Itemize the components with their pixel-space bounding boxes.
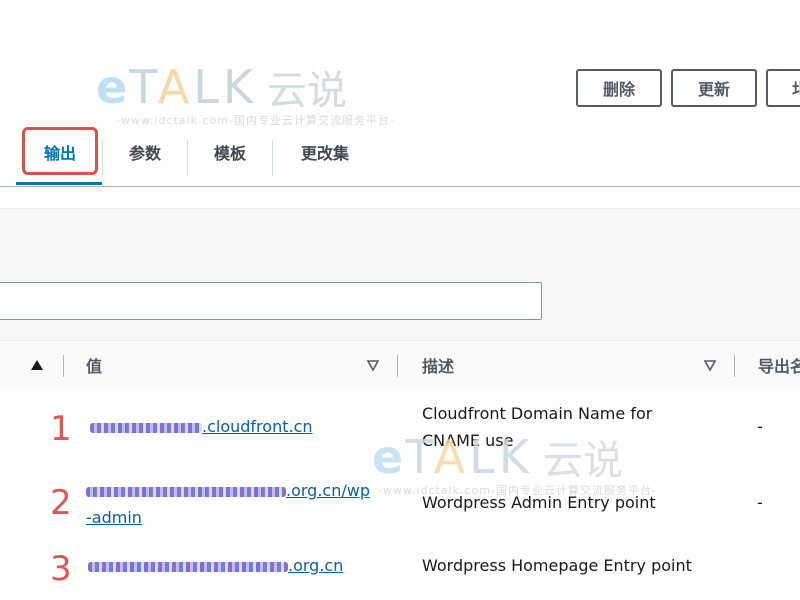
sort-icon[interactable] (703, 358, 717, 372)
redacted-value (86, 486, 286, 497)
output-value-link[interactable]: .cloudfront.cn (202, 417, 313, 436)
row-description: Cloudfront Domain Name for (422, 404, 653, 423)
table-row: 2 .org.cn/wp -admin Wordpress Admin Entr… (0, 465, 800, 542)
row-description: Wordpress Admin Entry point (422, 493, 656, 512)
redacted-value (88, 561, 288, 572)
output-value-link[interactable]: .org.cn/wp (286, 481, 370, 500)
row-marker: 3 (50, 549, 72, 589)
column-divider (397, 355, 398, 377)
tab-divider (102, 140, 103, 176)
tab-divider (272, 140, 273, 176)
active-tab-indicator (16, 182, 102, 185)
stack-actions-button[interactable]: 圠 (766, 69, 800, 107)
table-header: 值 描述 导出名 (0, 340, 800, 390)
row-description: Wordpress Homepage Entry point (422, 556, 692, 575)
tab-parameters[interactable]: 参数 (110, 132, 180, 172)
column-divider (63, 355, 64, 377)
sort-icon[interactable] (366, 358, 380, 372)
row-export-name: - (757, 493, 763, 512)
table-row: 1 .cloudfront.cn Cloudfront Domain Name … (0, 389, 800, 466)
column-header-value[interactable]: 值 (86, 341, 102, 389)
row-description: CNAME use (422, 431, 514, 450)
redacted-value (90, 422, 202, 433)
table-row: 3 .org.cn Wordpress Homepage Entry point (0, 541, 800, 600)
watermark-mark: e (96, 60, 127, 114)
cloudformation-stack-page: e TALK 云说 -www.idctalk.com-国内专业云计算交流服务平台… (0, 0, 800, 600)
search-input[interactable] (0, 282, 542, 320)
tab-bar: 输出 参数 模板 更改集 (0, 132, 800, 186)
annotation-highlight-box (22, 127, 98, 175)
row-marker: 2 (50, 483, 72, 523)
delete-button[interactable]: 删除 (576, 69, 662, 107)
output-value-link[interactable]: -admin (86, 508, 142, 527)
outputs-panel-header (0, 208, 800, 341)
column-header-description[interactable]: 描述 (422, 341, 454, 389)
row-marker: 1 (50, 409, 72, 449)
column-header-export-name[interactable]: 导出名 (758, 341, 800, 389)
sort-ascending-icon[interactable] (30, 358, 44, 372)
row-export-name: - (757, 417, 763, 436)
tab-divider (187, 140, 188, 176)
column-divider (734, 355, 735, 377)
tab-template[interactable]: 模板 (195, 132, 265, 172)
output-value-link[interactable]: .org.cn (288, 556, 343, 575)
tab-change-sets[interactable]: 更改集 (285, 132, 365, 172)
tabs-divider (0, 186, 800, 187)
update-button[interactable]: 更新 (671, 69, 757, 107)
watermark: e TALK 云说 -www.idctalk.com-国内专业云计算交流服务平台… (96, 60, 395, 127)
